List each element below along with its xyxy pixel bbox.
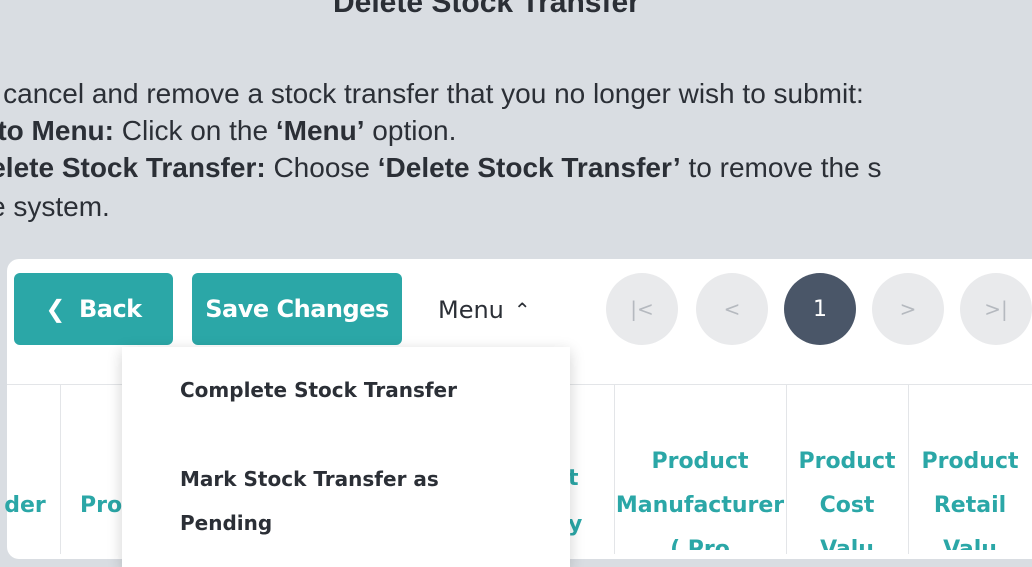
step-1-end: option. [364, 115, 457, 146]
step-1: e to Menu: Click on the ‘Menu’ option. [0, 115, 456, 147]
step-1-text: Click on the [114, 115, 276, 146]
column-header-manufacturer-cut: ( Pro [670, 537, 730, 550]
chevron-left-icon: ❮ [45, 295, 65, 323]
current-page-number: 1 [813, 296, 827, 322]
step-2: Delete Stock Transfer: Choose ‘Delete St… [0, 152, 881, 184]
chevron-up-icon: ⌃ [513, 298, 531, 322]
save-changes-button[interactable]: Save Changes [192, 273, 402, 345]
last-page-button[interactable]: >| [960, 273, 1032, 345]
previous-page-button[interactable]: < [696, 273, 768, 345]
menu-item-mark-pending[interactable]: Mark Stock Transfer as Pending [180, 457, 480, 545]
save-button-label: Save Changes [205, 295, 389, 323]
column-header-cost-cut: Valu [820, 537, 874, 550]
back-button[interactable]: ❮ Back [14, 273, 173, 345]
current-page-button[interactable]: 1 [784, 273, 856, 345]
intro-text: to cancel and remove a stock transfer th… [0, 78, 864, 109]
column-header-cost[interactable]: Product Cost Valu [786, 440, 908, 550]
step-2-end: to remove the s [680, 152, 882, 183]
first-page-button[interactable]: |< [606, 273, 678, 345]
column-header-retail-cut: Valu [943, 537, 997, 550]
column-header-retail-label: Product Retail [921, 449, 1019, 518]
column-header-retail[interactable]: Product Retail Valu [908, 440, 1032, 550]
menu-toggle[interactable]: Menu ⌃ [438, 290, 531, 330]
column-header-manufacturer[interactable]: Product Manufacturer ( Pro [614, 440, 786, 550]
step-2-continued: e system. [0, 191, 110, 222]
menu-dropdown: Complete Stock Transfer Mark Stock Trans… [122, 347, 570, 567]
step-2-text: Choose [265, 152, 378, 183]
last-page-icon: >| [984, 297, 1008, 321]
step-1-heading: e to Menu: [0, 115, 114, 146]
column-header-product[interactable]: Pro [80, 484, 122, 528]
column-header-order[interactable]: der [0, 484, 60, 528]
column-header-manufacturer-label: Product Manufacturer [615, 449, 785, 518]
previous-page-icon: < [723, 297, 741, 321]
column-header-category-fragment: y [568, 512, 583, 537]
step-2-quote: ‘Delete Stock Transfer’ [377, 152, 681, 183]
back-button-label: Back [78, 295, 142, 323]
page-title: Delete Stock Transfer [333, 0, 640, 19]
menu-label: Menu [438, 296, 504, 324]
next-page-icon: > [899, 297, 917, 321]
step-2-heading: Delete Stock Transfer: [0, 152, 266, 183]
first-page-icon: |< [630, 297, 654, 321]
menu-item-complete-stock-transfer[interactable]: Complete Stock Transfer [180, 368, 457, 412]
next-page-button[interactable]: > [872, 273, 944, 345]
column-header-cost-label: Product Cost [798, 449, 896, 518]
step-1-quote: ‘Menu’ [275, 115, 365, 146]
column-divider [60, 384, 61, 554]
